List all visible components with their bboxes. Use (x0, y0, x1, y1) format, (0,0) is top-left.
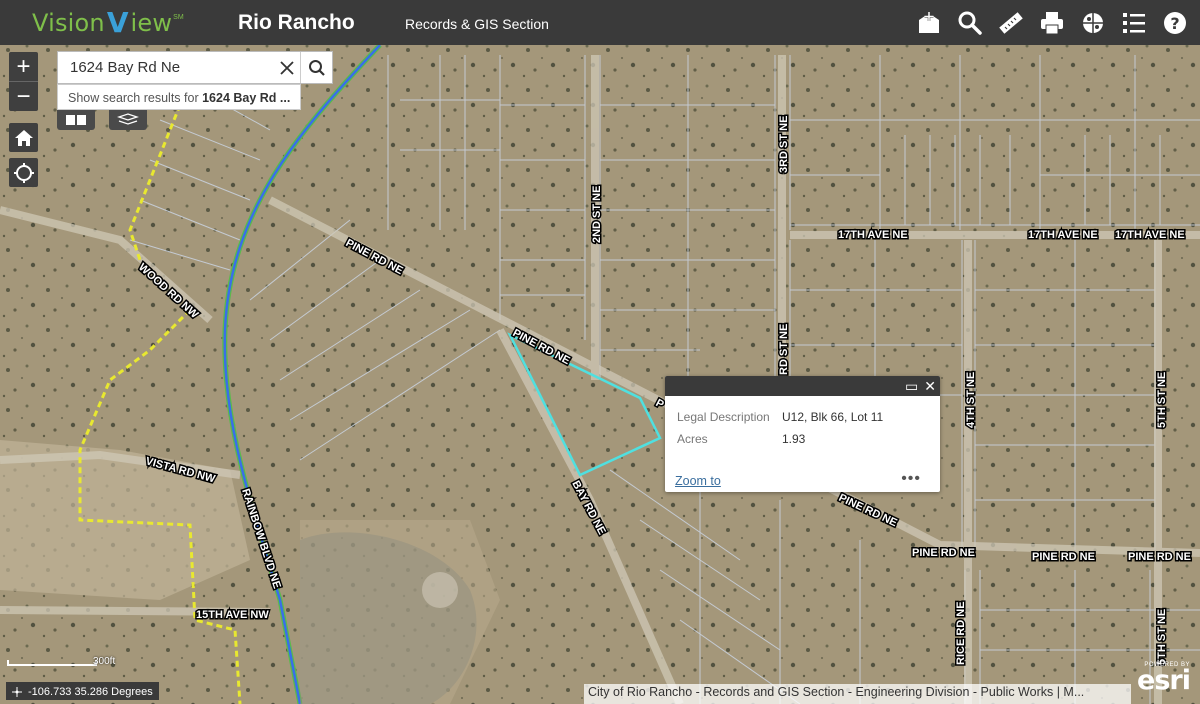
road-label: RD ST NE (778, 324, 790, 375)
road-label: 15TH AVE NW (196, 609, 269, 621)
more-actions-button[interactable]: ••• (901, 470, 921, 488)
zoom-control: + − (9, 52, 38, 111)
layers-icon (117, 113, 139, 125)
logo-v: V (106, 5, 129, 39)
logo-suffix: iew (130, 9, 173, 37)
esri-name: esri (1137, 665, 1191, 696)
zoom-to-link[interactable]: Zoom to (675, 474, 721, 488)
home-button[interactable] (9, 123, 38, 152)
road-label: 5TH ST NE (1156, 609, 1168, 665)
road-label: 3RD ST NE (778, 116, 790, 173)
scale-bar: 300ft (7, 656, 115, 670)
add-data-icon[interactable] (913, 7, 944, 38)
map-canvas[interactable]: PINE RD NE PINE RD NE P PINE RD NE PINE … (0, 45, 1200, 704)
attribution: City of Rio Rancho - Records and GIS Sec… (584, 684, 1131, 704)
road-label: 17TH AVE NE (1115, 229, 1185, 241)
search-button[interactable] (300, 52, 332, 83)
measure-icon[interactable] (995, 7, 1026, 38)
search-tool-icon[interactable] (954, 7, 985, 38)
road-label: PINE RD NE (1128, 551, 1191, 563)
locate-button[interactable] (9, 158, 38, 187)
road-label: 4TH ST NE (965, 372, 977, 428)
close-icon (280, 60, 294, 75)
logo-text: Vision (32, 9, 105, 37)
home-icon (14, 129, 33, 146)
locate-icon (13, 162, 34, 183)
search-input[interactable] (58, 52, 274, 83)
road-label: RICE RD NE (955, 601, 967, 665)
section-title: Records & GIS Section (405, 16, 549, 32)
table-toggle-button[interactable] (57, 110, 95, 130)
help-icon[interactable]: ? (1159, 7, 1190, 38)
esri-logo: POWERED BY esri (1137, 662, 1191, 696)
clear-search-button[interactable] (274, 52, 300, 83)
zoom-out-button[interactable]: − (9, 82, 38, 111)
maximize-icon[interactable]: ▭ (905, 379, 918, 393)
coordinate-display[interactable]: -106.733 35.286 Degrees (6, 682, 159, 700)
app-header: Vision V iew SM Rio Rancho Records & GIS… (0, 0, 1200, 45)
print-icon[interactable] (1036, 7, 1067, 38)
logo-sm: SM (173, 14, 184, 21)
road-label: PINE RD NE (1032, 551, 1095, 563)
road-label: 17TH AVE NE (1028, 229, 1098, 241)
field-value: 1.93 (782, 432, 806, 446)
settlement-building (422, 572, 458, 608)
scale-label: 300ft (93, 656, 116, 667)
zoom-in-button[interactable]: + (9, 52, 38, 81)
map-view[interactable]: PINE RD NE PINE RD NE P PINE RD NE PINE … (0, 45, 1200, 704)
toolbar: ? (913, 7, 1190, 38)
field-label: Legal Description (677, 410, 770, 424)
svg-text:?: ? (1170, 14, 1179, 33)
road-label: 2ND ST NE (591, 186, 603, 243)
field-label: Acres (677, 432, 708, 446)
layer-list-icon[interactable] (1118, 7, 1149, 38)
search-suggestion[interactable]: Show search results for 1624 Bay Rd ... (57, 84, 301, 110)
search-box (57, 51, 333, 84)
road-label: 17TH AVE NE (838, 229, 908, 241)
suggestion-prefix: Show search results for (68, 91, 203, 105)
scale-line (7, 660, 97, 666)
field-value: U12, Blk 66, Lot 11 (782, 410, 884, 424)
widget-buttons (57, 110, 147, 130)
suggestion-term: 1624 Bay Rd ... (202, 91, 291, 105)
close-icon[interactable]: ✕ (924, 379, 936, 393)
coordinate-text: -106.733 35.286 Degrees (28, 686, 153, 698)
parcel-popup: ▭ ✕ Legal Description U12, Blk 66, Lot 1… (665, 376, 940, 492)
city-title: Rio Rancho (238, 11, 355, 34)
road-label: 5TH ST NE (1156, 372, 1168, 428)
layers-button[interactable] (109, 110, 147, 130)
crosshair-icon (12, 687, 22, 697)
table-icon (66, 115, 86, 125)
basemap-icon[interactable] (1077, 7, 1108, 38)
popup-header: ▭ ✕ (665, 376, 940, 396)
search-icon (308, 59, 325, 76)
vision-view-logo: Vision V iew SM (32, 6, 184, 40)
road-label: PINE RD NE (912, 547, 975, 559)
